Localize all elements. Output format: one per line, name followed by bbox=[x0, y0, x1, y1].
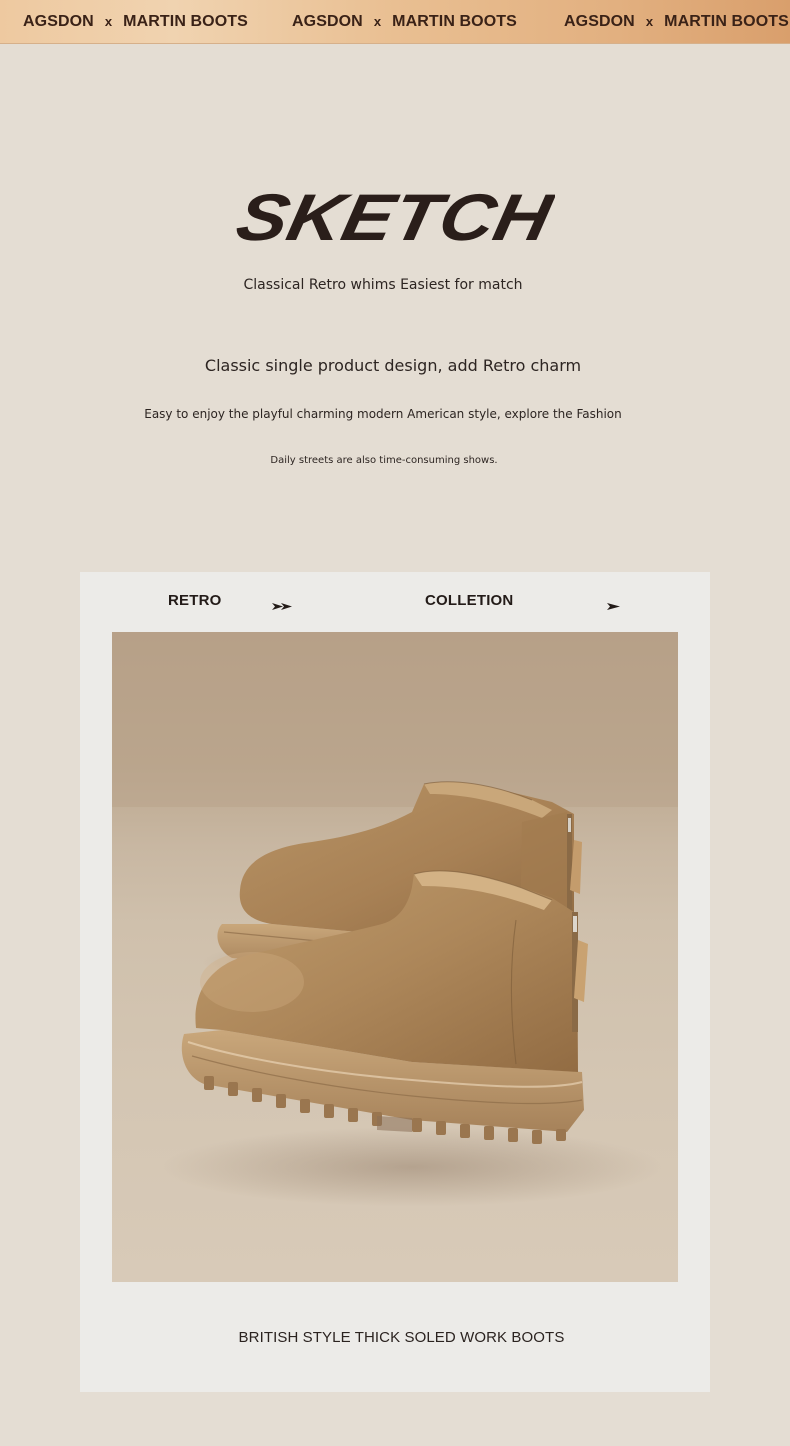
banner-separator: x bbox=[645, 14, 654, 29]
hero-description: Easy to enjoy the playful charming moder… bbox=[144, 407, 622, 421]
product-photo bbox=[112, 632, 678, 1282]
product-caption: BRITISH STYLE THICK SOLED WORK BOOTS bbox=[238, 1329, 565, 1346]
banner-group: AGSDON x MARTIN BOOTS bbox=[564, 0, 789, 43]
card-header: RETRO COLLETION bbox=[80, 572, 710, 632]
banner-separator: x bbox=[104, 14, 113, 29]
banner-brand: AGSDON bbox=[23, 12, 94, 30]
banner-brand: AGSDON bbox=[564, 12, 635, 30]
banner-product: MARTIN BOOTS bbox=[123, 12, 248, 30]
hero-headline: Classic single product design, add Retro… bbox=[204, 356, 582, 375]
double-arrow-right-icon bbox=[272, 596, 294, 615]
boots-illustration bbox=[112, 632, 678, 1207]
top-banner: AGSDON x MARTIN BOOTS AGSDON x MARTIN BO… bbox=[0, 0, 790, 44]
banner-group: AGSDON x MARTIN BOOTS bbox=[23, 0, 248, 43]
banner-brand: AGSDON bbox=[292, 12, 363, 30]
banner-separator: x bbox=[373, 14, 382, 29]
product-card: RETRO COLLETION BRITISH STYLE THICK SOLE… bbox=[80, 572, 710, 1392]
arrow-right-icon bbox=[607, 596, 621, 615]
header-collection-label: COLLETION bbox=[425, 592, 514, 609]
banner-product: MARTIN BOOTS bbox=[664, 12, 789, 30]
hero-footnote: Daily streets are also time-consuming sh… bbox=[270, 455, 498, 466]
banner-group: AGSDON x MARTIN BOOTS bbox=[292, 0, 517, 43]
hero-tagline: Classical Retro whims Easiest for match bbox=[243, 277, 523, 293]
hero-logo: SKETCH bbox=[0, 178, 790, 248]
banner-product: MARTIN BOOTS bbox=[392, 12, 517, 30]
header-retro-label: RETRO bbox=[168, 592, 222, 609]
sketch-logo: SKETCH bbox=[235, 182, 555, 248]
logo-text: SKETCH bbox=[235, 182, 555, 248]
